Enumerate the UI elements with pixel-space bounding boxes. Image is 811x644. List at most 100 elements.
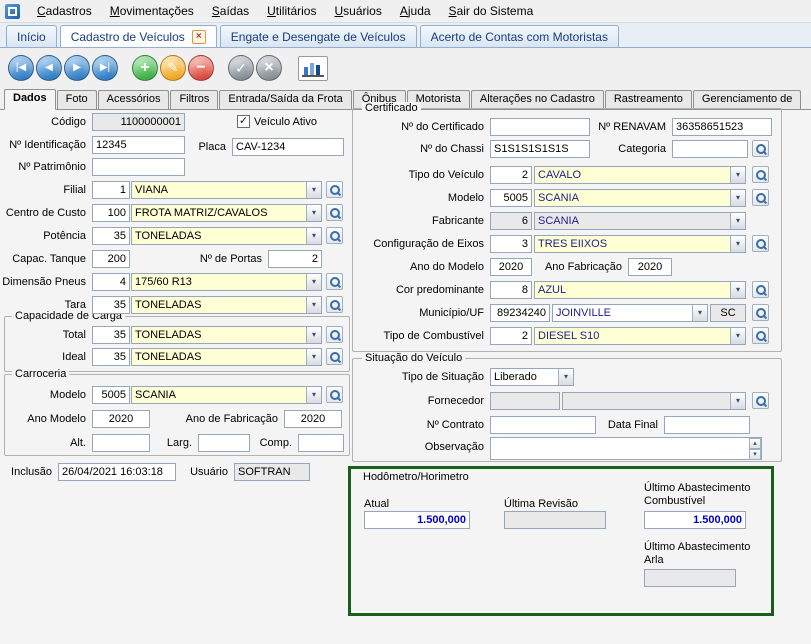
potencia-combo[interactable]: TONELADAS xyxy=(131,227,322,245)
dimensao-pneus-code-field[interactable]: 4 xyxy=(92,273,130,291)
config-eixos-combo[interactable]: TRES EIIXOS xyxy=(534,235,746,253)
tab-alteracoes-no-cadastro[interactable]: Alterações no Cadastro xyxy=(471,90,604,109)
cert-ano-modelo-field[interactable]: 2020 xyxy=(490,258,532,276)
fornecedor-search-button[interactable] xyxy=(752,392,769,409)
carroceria-modelo-search-button[interactable] xyxy=(326,386,343,403)
cert-modelo-search-button[interactable] xyxy=(752,189,769,206)
confirm-button[interactable]: ✓ xyxy=(228,55,254,81)
placa-field[interactable]: CAV-1234 xyxy=(232,138,344,156)
combustivel-search-button[interactable] xyxy=(752,327,769,344)
carroceria-larg-field[interactable] xyxy=(198,434,250,452)
carroceria-ano-modelo-field[interactable]: 2020 xyxy=(92,410,150,428)
carroceria-comp-field[interactable] xyxy=(298,434,344,452)
nav-last-button[interactable]: ▶| xyxy=(92,55,118,81)
capacidade-total-code-field[interactable]: 35 xyxy=(92,326,130,344)
cor-code-field[interactable]: 8 xyxy=(490,281,532,299)
num-certificado-field[interactable] xyxy=(490,118,590,136)
centro-custo-combo[interactable]: FROTA MATRIZ/CAVALOS xyxy=(131,204,322,222)
dimensao-pneus-combo[interactable]: 175/60 R13 xyxy=(131,273,322,291)
centro-custo-code-field[interactable]: 100 xyxy=(92,204,130,222)
tab-entrada-saida-da-frota[interactable]: Entrada/Saída da Frota xyxy=(219,90,351,109)
close-tab-icon[interactable] xyxy=(192,30,206,44)
ult-abastecimento-combustivel-field[interactable]: 1.500,000 xyxy=(644,511,746,529)
centro-custo-search-button[interactable] xyxy=(326,204,343,221)
filial-combo[interactable]: VIANA xyxy=(131,181,322,199)
carroceria-modelo-code-field[interactable]: 5005 xyxy=(92,386,130,404)
capacidade-ideal-combo[interactable]: TONELADAS xyxy=(131,348,322,366)
menu-cadastros[interactable]: Cadastros xyxy=(28,1,101,21)
tipo-situacao-select[interactable]: Liberado xyxy=(490,368,574,386)
nav-prev-button[interactable]: ◀ xyxy=(36,55,62,81)
capacidade-ideal-code-field[interactable]: 35 xyxy=(92,348,130,366)
cert-modelo-combo[interactable]: SCANIA xyxy=(534,189,746,207)
menu-utilitarios[interactable]: Utilitários xyxy=(258,1,325,21)
categoria-search-button[interactable] xyxy=(752,140,769,157)
usuario-label: Usuário xyxy=(182,463,230,481)
carroceria-alt-field[interactable] xyxy=(92,434,150,452)
tipo-veiculo-combo[interactable]: CAVALO xyxy=(534,166,746,184)
filial-code-field[interactable]: 1 xyxy=(92,181,130,199)
chart-button[interactable] xyxy=(298,56,328,81)
observacao-field[interactable] xyxy=(490,437,762,460)
doctab-acerto-contas[interactable]: Acerto de Contas com Motoristas xyxy=(420,25,619,47)
menu-sair-do-sistema[interactable]: Sair do Sistema xyxy=(440,1,543,21)
cert-modelo-code-field[interactable]: 5005 xyxy=(490,189,532,207)
capacidade-ideal-search-button[interactable] xyxy=(326,348,343,365)
municipio-code-field[interactable]: 89234240 xyxy=(490,304,550,322)
menu-saidas[interactable]: Saídas xyxy=(203,1,258,21)
chevron-down-icon xyxy=(306,182,321,198)
doctab-cadastro-de-veiculos[interactable]: Cadastro de Veículos xyxy=(60,25,217,47)
tab-filtros[interactable]: Filtros xyxy=(170,90,218,109)
tara-search-button[interactable] xyxy=(326,296,343,313)
carroceria-modelo-combo[interactable]: SCANIA xyxy=(131,386,322,404)
potencia-search-button[interactable] xyxy=(326,227,343,244)
capac-tanque-field[interactable]: 200 xyxy=(92,250,130,268)
cert-ano-fabricacao-field[interactable]: 2020 xyxy=(628,258,672,276)
tab-rastreamento[interactable]: Rastreamento xyxy=(605,90,692,109)
add-button[interactable]: + xyxy=(132,55,158,81)
tab-foto[interactable]: Foto xyxy=(57,90,97,109)
hodometro-atual-field[interactable]: 1.500,000 xyxy=(364,511,470,529)
delete-button[interactable]: − xyxy=(188,55,214,81)
observacao-scrollbar[interactable] xyxy=(749,438,761,460)
carroceria-ano-fabricacao-field[interactable]: 2020 xyxy=(284,410,342,428)
config-eixos-search-button[interactable] xyxy=(752,235,769,252)
config-eixos-code-field[interactable]: 3 xyxy=(490,235,532,253)
municipio-search-button[interactable] xyxy=(752,304,769,321)
combustivel-combo[interactable]: DIESEL S10 xyxy=(534,327,746,345)
tara-code-field[interactable]: 35 xyxy=(92,296,130,314)
data-final-field[interactable] xyxy=(664,416,750,434)
potencia-code-field[interactable]: 35 xyxy=(92,227,130,245)
tara-combo[interactable]: TONELADAS xyxy=(131,296,322,314)
renavam-field[interactable]: 36358651523 xyxy=(672,118,772,136)
tipo-veiculo-search-button[interactable] xyxy=(752,166,769,183)
num-portas-field[interactable]: 2 xyxy=(268,250,322,268)
menu-usuarios[interactable]: Usuários xyxy=(325,1,390,21)
tab-dados[interactable]: Dados xyxy=(4,89,56,110)
filial-search-button[interactable] xyxy=(326,181,343,198)
identificacao-field[interactable]: 12345 xyxy=(92,136,185,154)
dimensao-pneus-label: Dimensão Pneus xyxy=(0,273,88,291)
cor-search-button[interactable] xyxy=(752,281,769,298)
doctab-inicio[interactable]: Início xyxy=(6,25,57,47)
capacidade-total-search-button[interactable] xyxy=(326,326,343,343)
patrimonio-field[interactable] xyxy=(92,158,185,176)
municipio-combo[interactable]: JOINVILLE xyxy=(552,304,708,322)
tab-gerenciamento[interactable]: Gerenciamento de xyxy=(693,90,802,109)
nav-first-button[interactable]: |◀ xyxy=(8,55,34,81)
nav-next-button[interactable]: ▶ xyxy=(64,55,90,81)
veiculo-ativo-checkbox[interactable]: ✓ xyxy=(237,115,250,128)
capacidade-total-combo[interactable]: TONELADAS xyxy=(131,326,322,344)
dimensao-pneus-search-button[interactable] xyxy=(326,273,343,290)
edit-button[interactable]: ✎ xyxy=(160,55,186,81)
doctab-engate-desengate[interactable]: Engate e Desengate de Veículos xyxy=(220,25,417,47)
tipo-veiculo-code-field[interactable]: 2 xyxy=(490,166,532,184)
tab-acessorios[interactable]: Acessórios xyxy=(98,90,170,109)
menu-ajuda[interactable]: Ajuda xyxy=(391,1,440,21)
cor-combo[interactable]: AZUL xyxy=(534,281,746,299)
cancel-button[interactable]: × xyxy=(256,55,282,81)
categoria-field[interactable] xyxy=(672,140,748,158)
combustivel-code-field[interactable]: 2 xyxy=(490,327,532,345)
menu-movimentacoes[interactable]: Movimentações xyxy=(101,1,203,21)
chassi-field[interactable]: S1S1S1S1S1S xyxy=(490,140,590,158)
